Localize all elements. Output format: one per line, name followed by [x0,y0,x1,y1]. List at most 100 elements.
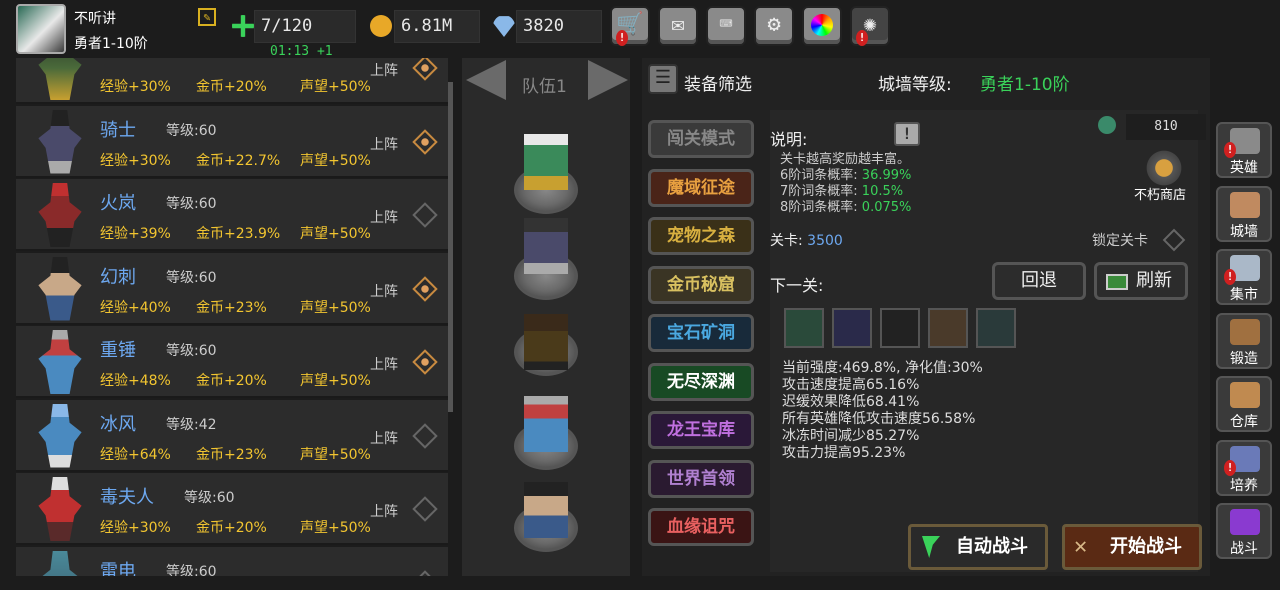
exp-bonus: 经验+39% [100,226,171,242]
back-button[interactable]: 回退 [992,262,1086,300]
hero-sprite [38,550,82,576]
deploy-toggle[interactable] [412,58,438,81]
mode-button[interactable]: 宠物之森 [648,217,754,255]
hero-sprite [38,256,82,321]
firework-button[interactable]: ✺! [850,6,890,46]
mode-button[interactable]: 世界首领 [648,459,754,498]
stage-panel: ☰ 装备筛选 城墙等级: 勇者1-10阶 闯关模式 魔域征途 宠物之森 金币秘窟 宝石矿… [642,58,1210,576]
hero-list-scrollbar[interactable] [448,82,453,412]
side-nav-button[interactable]: 集市 ! [1216,249,1272,305]
mail-button[interactable]: ✉ [658,6,698,46]
help-icon[interactable]: ! [894,122,920,146]
exp-bonus: 经验+30% [100,79,171,95]
enemy-icon[interactable] [880,308,920,348]
wall-level-label: 城墙等级: [878,75,952,95]
gold-bonus: 金币+23.9% [196,226,281,242]
edit-icon[interactable]: ✎ [198,8,216,26]
reputation-bonus: 声望+50% [300,226,371,242]
team-unit[interactable] [524,314,568,370]
hero-row[interactable]: 冰风 等级:42 经验+64% 金币+23% 声望+50% 上阵 [16,399,448,472]
deploy-toggle[interactable] [412,422,438,449]
stage-row: 关卡: 3500 [770,230,843,250]
team-unit[interactable] [524,134,568,190]
hero-sprite [38,58,82,100]
team-unit[interactable] [524,218,568,274]
lock-stage-checkbox[interactable] [1162,228,1186,252]
hero-name: 雷电 [100,560,136,577]
hero-row[interactable]: 经验+30% 金币+20% 声望+50% 上阵 [16,58,448,104]
deploy-toggle[interactable] [412,202,438,228]
deploy-toggle[interactable] [412,128,438,155]
mode-button[interactable]: 金币秘窟 [648,265,754,304]
side-nav-button[interactable]: 仓库 [1216,376,1272,432]
exp-bonus: 经验+30% [100,152,171,169]
crossed-swords-icon: ✕ [1074,534,1088,559]
hero-list[interactable]: 经验+30% 金币+20% 声望+50% 上阵 骑士 等级:60 经验+30% … [16,58,448,576]
enemy-icon[interactable] [784,308,824,348]
side-nav-label: 城墙 [1230,223,1258,240]
player-avatar[interactable] [16,4,66,54]
mode-button[interactable]: 血缘诅咒 [648,508,754,546]
immortal-shop-label[interactable]: 不朽商店 [1134,184,1186,203]
color-wheel-button[interactable] [802,6,842,46]
enemy-icon[interactable] [832,308,872,348]
prob-value: 36.99% [861,168,912,183]
prev-team-arrow-icon[interactable] [466,60,506,100]
gold-value: 6.81M [394,10,480,43]
gamepad-button[interactable]: ⌨ [706,6,746,46]
hero-level: 等级:60 [166,343,217,359]
side-nav-label: 战斗 [1230,541,1258,557]
shop-cart-button[interactable]: 🛒! [610,6,650,46]
stamina-icon [232,15,254,37]
hero-level: 等级:60 [184,490,235,506]
team-unit[interactable] [524,482,568,538]
team-unit[interactable] [524,396,568,452]
enemy-icon[interactable] [976,308,1016,348]
prob-label: 8阶词条概率: [780,200,858,215]
next-team-arrow-icon[interactable] [588,60,628,100]
side-nav-button[interactable]: 英雄 ! [1216,122,1272,178]
settings-button[interactable]: ⚙ [754,6,794,46]
stage-label: 关卡: [770,233,803,249]
team-label: 队伍1 [522,77,567,97]
mode-button[interactable]: 魔域征途 [648,168,754,207]
deploy-toggle[interactable] [412,349,438,375]
mode-button[interactable]: 龙王宝库 [648,411,754,449]
mode-button[interactable]: 无尽深渊 [648,362,754,401]
hero-row[interactable]: 火岚 等级:60 经验+39% 金币+23.9% 声望+50% 上阵 [16,179,448,251]
reputation-bonus: 声望+50% [300,446,371,463]
mode-button[interactable]: 闯关模式 [648,120,754,158]
side-nav-button[interactable]: 战斗 [1216,503,1272,559]
side-nav-button[interactable]: 城墙 [1216,185,1272,242]
side-nav-icon [1230,318,1260,345]
hero-level: 等级:60 [166,269,217,286]
deploy-toggle[interactable] [412,496,438,522]
effect-line: 攻击力提高95.23% [782,445,906,461]
hero-row[interactable]: 幻刺 等级:60 经验+40% 金币+23% 声望+50% 上阵 [16,252,448,325]
hero-level: 等级:42 [166,416,217,433]
enemy-icon[interactable] [928,308,968,348]
effect-line: 攻击速度提高65.16% [782,377,920,393]
side-nav-label: 培养 [1230,477,1258,494]
hero-name: 骑士 [100,119,136,141]
deploy-toggle[interactable] [412,569,438,576]
hero-row[interactable]: 雷电 等级:60 上阵 [16,546,448,577]
menu-icon[interactable]: ☰ [648,64,678,94]
deploy-label: 上阵 [370,136,398,153]
auto-battle-label: 自动战斗 [956,536,1028,557]
hero-row[interactable]: 毒夫人 等级:60 经验+30% 金币+20% 声望+50% 上阵 [16,473,448,545]
immortal-shop-icon[interactable] [1142,150,1186,186]
equipment-filter-label[interactable]: 装备筛选 [684,70,752,95]
hero-row[interactable]: 重锤 等级:60 经验+48% 金币+20% 声望+50% 上阵 [16,326,448,398]
hero-row[interactable]: 骑士 等级:60 经验+30% 金币+22.7% 声望+50% 上阵 [16,105,448,178]
next-stage-label: 下一关: [770,276,824,295]
refresh-label: 刷新 [1136,270,1172,291]
deploy-toggle[interactable] [412,275,438,302]
side-nav-icon [1230,382,1260,408]
team-column: 队伍1 [462,58,630,576]
prob-label: 6阶词条概率: [780,168,858,183]
mode-button[interactable]: 宝石矿洞 [648,314,754,352]
side-nav-button[interactable]: 培养 ! [1216,439,1272,496]
alert-icon: ! [1224,459,1236,476]
side-nav-button[interactable]: 锻造 [1216,312,1272,369]
